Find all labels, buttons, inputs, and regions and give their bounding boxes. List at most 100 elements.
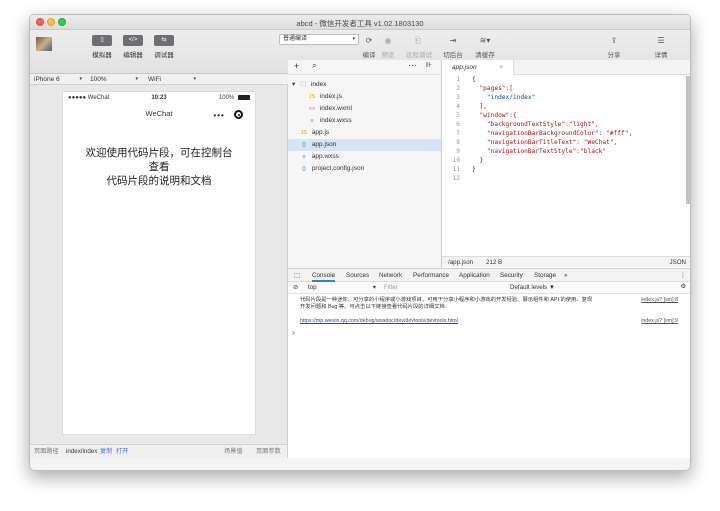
network-select[interactable]: WiFi ▾ [148, 75, 196, 84]
chevron-down-icon: ▾ [352, 36, 355, 42]
code-line: "navigationBarBackgroundColor": "#fff", [472, 130, 633, 137]
file-app-js[interactable]: JS app.js [288, 127, 441, 139]
editor-status-bar: /app.json 212 B JSON [442, 256, 690, 268]
console-message: 代码片段是一种迷你、可分享的小程序或小游戏项目，可用于分享小程序和小游戏的开发经… [300, 297, 593, 310]
file-app-wxss[interactable]: ≡ app.wxss [288, 151, 441, 163]
kebab-menu-icon[interactable]: ⋮ [680, 269, 686, 282]
search-icon[interactable]: ⌕ [312, 61, 316, 71]
code-line: "pages":[ [472, 85, 513, 92]
code-line: "index/index" [472, 94, 536, 101]
debug-icon: ⇆ [154, 35, 174, 46]
remote-debug-icon: ⎗ [414, 36, 422, 45]
close-icon[interactable]: × [499, 60, 503, 75]
message-source-link[interactable]: index.js? [sm]:8 [641, 297, 678, 303]
menu-icon: ☰ [657, 36, 665, 45]
clear-console-icon[interactable]: ⊘ [293, 284, 298, 291]
background-button[interactable]: ⇥ 切后台 [441, 35, 465, 59]
chevron-down-icon: ▾ [193, 76, 196, 82]
wxss-icon: ≡ [302, 154, 306, 160]
message-source-link[interactable]: index.js? [sm]:9 [641, 318, 678, 324]
code-editor: app.json × 1 2 3 4 5 6 7 8 9 10 11 12 { … [442, 60, 690, 270]
simulator-toggle-button[interactable]: ▯ 模拟器 [88, 35, 116, 59]
js-icon: JS [308, 94, 316, 100]
file-index-js[interactable]: JS index.js [288, 91, 441, 103]
phone-status-bar: ●●●●● WeChat 10:23 100% [63, 92, 255, 104]
zoom-select[interactable]: 100% ▾ [90, 75, 138, 84]
close-miniapp-icon [234, 110, 243, 119]
debugger-toggle-button[interactable]: ⇆ 调试器 [150, 35, 178, 59]
share-icon: ⇪ [610, 36, 618, 45]
file-index-wxml[interactable]: <> index.wxml [288, 103, 441, 115]
capsule-menu[interactable]: ••• [213, 109, 243, 120]
page-params-button[interactable]: 页面参数 [256, 445, 281, 458]
file-tree-header: + ⌕ ··· ⊪ [288, 60, 441, 75]
devtools-console: ⬚ Console Sources Network Performance Ap… [288, 268, 690, 458]
device-select[interactable]: iPhone 6 ▾ [34, 75, 82, 84]
code-line: "navigationBarTitleText": "WeChat", [472, 139, 618, 146]
compile-mode-select[interactable]: 普通编译 ▾ [279, 34, 359, 45]
tab-performance[interactable]: Performance [413, 269, 449, 282]
preview-button[interactable]: ◉ 预览 [376, 35, 400, 59]
folder-index[interactable]: ▾ 🗀 index [288, 79, 441, 91]
phone-screen[interactable]: ●●●●● WeChat 10:23 100% WeChat ••• 欢迎使用代… [62, 91, 256, 435]
tab-sources[interactable]: Sources [346, 269, 369, 282]
editor-scrollbar[interactable] [686, 76, 690, 204]
filter-input[interactable]: Filter [384, 284, 398, 291]
chevron-down-icon: ▾ [79, 76, 82, 82]
file-size-label: 212 B [486, 259, 503, 266]
more-icon[interactable]: ··· [408, 60, 417, 70]
scene-value-button[interactable]: 场景值 [224, 445, 243, 458]
chevron-down-icon: ▾ [135, 76, 138, 82]
file-path-label: /app.json [448, 259, 474, 266]
code-line: { [472, 76, 476, 83]
tab-application[interactable]: Application [459, 269, 490, 282]
collapse-icon[interactable]: ⊪ [426, 61, 432, 69]
copy-path-link[interactable]: 复制 [100, 445, 112, 458]
code-area[interactable]: 1 2 3 4 5 6 7 8 9 10 11 12 { "pages":[ "… [442, 76, 682, 256]
console-prompt[interactable]: › [292, 327, 295, 337]
tab-console[interactable]: Console [312, 269, 336, 282]
json-icon: {} [302, 142, 306, 148]
wxml-icon: <> [308, 106, 316, 112]
chevron-down-icon: ▾ [372, 284, 376, 291]
tab-network[interactable]: Network [379, 269, 402, 282]
more-dots-icon: ••• [213, 111, 225, 120]
eye-icon: ◉ [384, 36, 392, 45]
window-title: abcd - 微信开发者工具 v1.02.1803130 [296, 19, 424, 28]
gear-icon[interactable]: ⚙ [680, 283, 686, 290]
user-avatar[interactable] [36, 37, 52, 51]
inspect-icon[interactable]: ⬚ [294, 269, 300, 282]
context-select[interactable]: top ▾ [308, 284, 378, 291]
battery-icon [238, 95, 250, 100]
background-icon: ⇥ [449, 36, 457, 45]
log-levels-select[interactable]: Default levels ▼ [510, 284, 555, 291]
title-bar: abcd - 微信开发者工具 v1.02.1803130 [30, 15, 690, 30]
wxss-icon: ≡ [310, 118, 314, 124]
page-path-value: index/index [66, 448, 98, 455]
add-file-icon[interactable]: + [294, 61, 299, 71]
share-button[interactable]: ⇪ 分享 [602, 35, 626, 59]
folder-icon: 🗀 [300, 82, 306, 88]
file-index-wxss[interactable]: ≡ index.wxss [288, 115, 441, 127]
tab-storage[interactable]: Storage [534, 269, 556, 282]
file-project-config-json[interactable]: {} project.config.json [288, 163, 441, 175]
file-app-json[interactable]: {} app.json [288, 139, 441, 151]
devtools-window: abcd - 微信开发者工具 v1.02.1803130 ▯ 模拟器 </> 编… [29, 14, 691, 471]
battery-indicator: 100% [219, 95, 250, 101]
phone-nav-bar: WeChat ••• [63, 104, 255, 124]
more-tabs-button[interactable]: » [564, 269, 568, 282]
code-line: ], [472, 103, 487, 110]
docs-link[interactable]: https://mp.weixin.qq.com/debug/wxadoc/de… [300, 318, 458, 325]
phone-icon: ▯ [92, 35, 112, 46]
remote-debug-button[interactable]: ⎗ 远程调试 [406, 35, 432, 59]
simulator-bottom-bar: 页面路径 index/index 复制 打开 场景值 页面参数 [30, 444, 287, 458]
tab-app-json[interactable]: app.json × [442, 60, 514, 75]
code-icon: </> [123, 35, 143, 46]
details-button[interactable]: ☰ 详情 [649, 35, 673, 59]
open-path-link[interactable]: 打开 [116, 445, 128, 458]
editor-toggle-button[interactable]: </> 编辑器 [119, 35, 147, 59]
welcome-text: 欢迎使用代码片段，可在控制台查看 代码片段的说明和文档 [85, 147, 233, 187]
language-label[interactable]: JSON [669, 257, 686, 268]
tab-security[interactable]: Security [500, 269, 523, 282]
clear-cache-button[interactable]: ≋▾ 清缓存 [473, 35, 497, 59]
